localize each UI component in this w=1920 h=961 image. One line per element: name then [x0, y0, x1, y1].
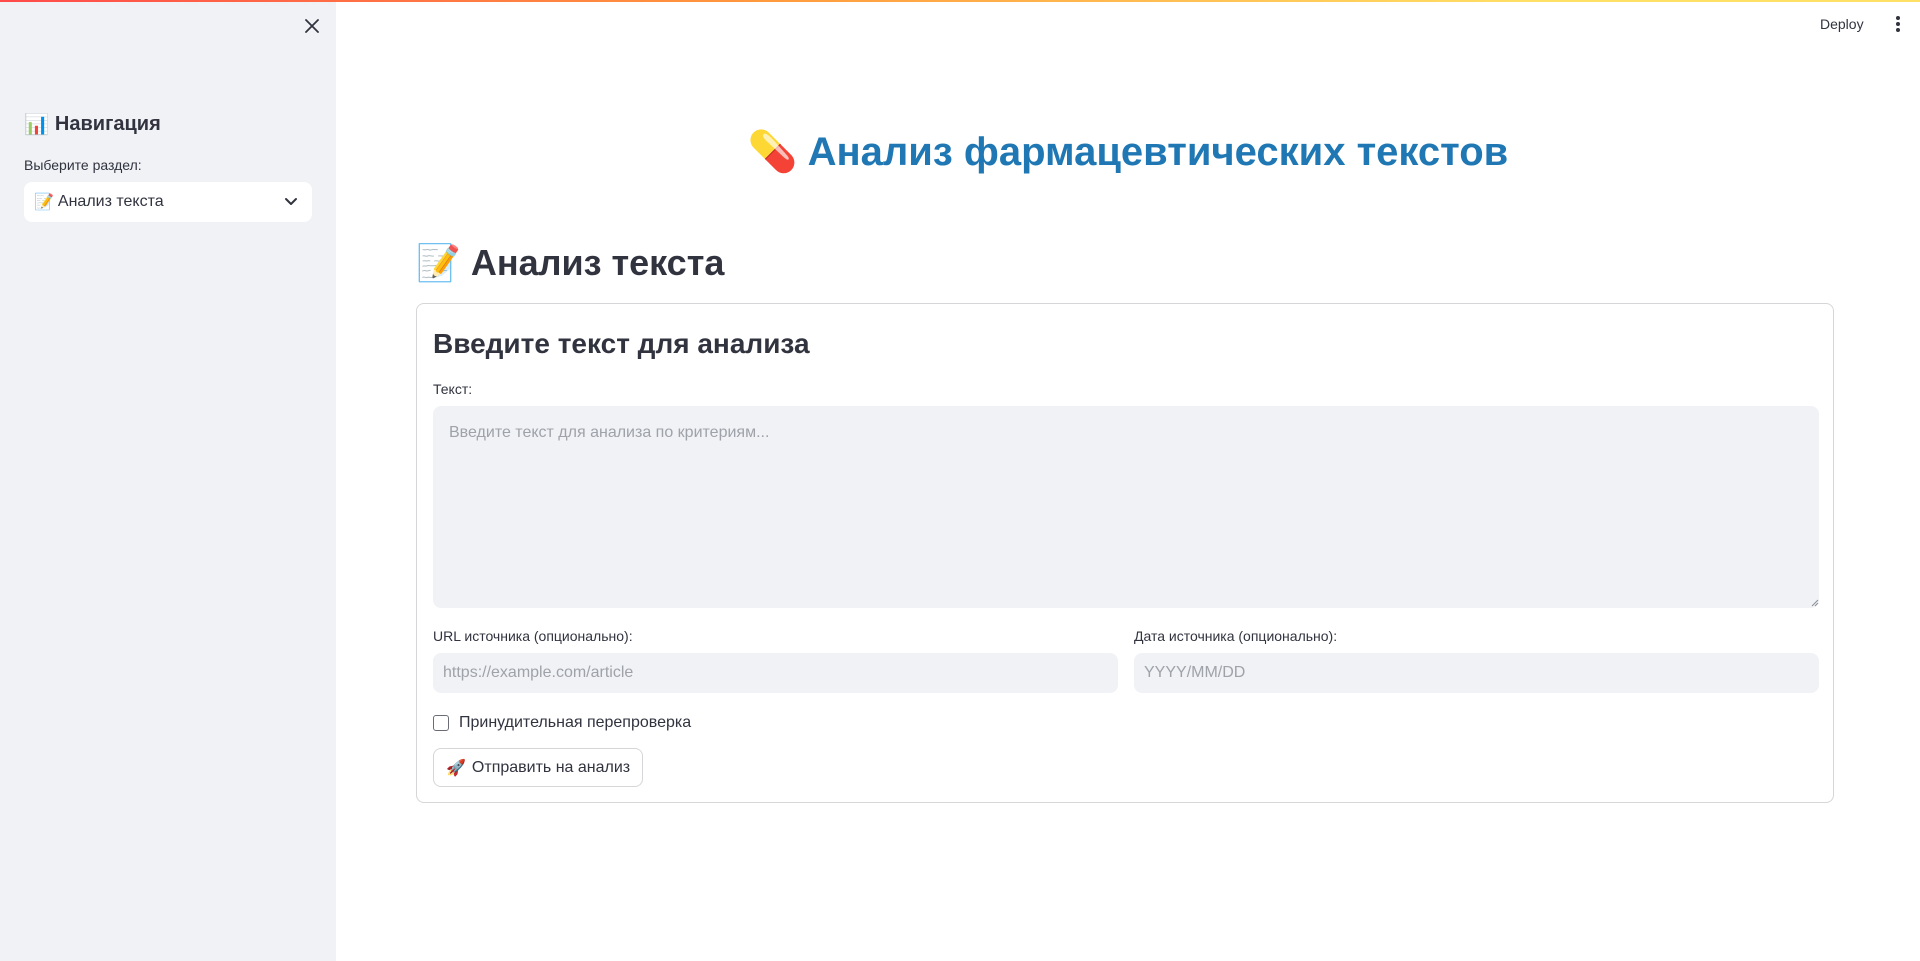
- close-icon: [305, 19, 319, 33]
- top-decoration-bar: [0, 0, 1920, 2]
- form-title: Введите текст для анализа: [433, 328, 810, 359]
- force-recheck-label: Принудительная перепроверка: [459, 714, 692, 731]
- more-vertical-icon: [1896, 16, 1900, 32]
- text-field-label: Текст:: [433, 381, 473, 397]
- analysis-form: Введите текст для анализа Текст: URL ист…: [416, 303, 1834, 803]
- url-input[interactable]: [433, 653, 1118, 693]
- sidebar-heading-text: Навигация: [54, 113, 161, 135]
- main-menu-button[interactable]: [1886, 12, 1910, 36]
- text-input-area[interactable]: [433, 406, 1819, 608]
- memo-icon: 📝: [34, 194, 54, 211]
- pill-icon: 💊: [747, 130, 798, 174]
- date-field-label: Дата источника (опционально):: [1134, 628, 1338, 644]
- deploy-button[interactable]: Deploy: [1820, 12, 1864, 36]
- memo-icon: 📝: [416, 242, 461, 283]
- url-field-label: URL источника (опционально):: [433, 628, 633, 644]
- date-input[interactable]: [1134, 653, 1819, 693]
- force-recheck-checkbox[interactable]: [433, 715, 449, 731]
- page-title: 💊 Анализ фармацевтических текстов: [336, 128, 1920, 175]
- chevron-down-icon: [282, 193, 300, 211]
- section-select[interactable]: 📝 Анализ текста: [24, 182, 312, 222]
- page-title-text: Анализ фармацевтических текстов: [807, 130, 1509, 174]
- force-recheck-checkbox-row[interactable]: Принудительная перепроверка: [433, 711, 691, 735]
- rocket-icon: 🚀: [446, 759, 466, 777]
- section-title-text: Анализ текста: [470, 242, 725, 283]
- section-select-value: 📝 Анализ текста: [34, 192, 282, 212]
- sidebar-close-button[interactable]: [300, 14, 324, 38]
- section-select-label: Выберите раздел:: [24, 157, 142, 173]
- sidebar-heading: 📊 Навигация: [24, 112, 161, 137]
- submit-analysis-button[interactable]: 🚀 Отправить на анализ: [433, 748, 644, 787]
- resize-grip-icon[interactable]: [1809, 597, 1819, 607]
- section-select-text: Анализ текста: [57, 193, 164, 210]
- bar-chart-icon: 📊: [24, 114, 49, 136]
- sidebar: 📊 Навигация Выберите раздел: 📝 Анализ те…: [0, 0, 336, 961]
- section-title: 📝 Анализ текста: [416, 242, 724, 284]
- submit-analysis-label: Отправить на анализ: [471, 758, 631, 776]
